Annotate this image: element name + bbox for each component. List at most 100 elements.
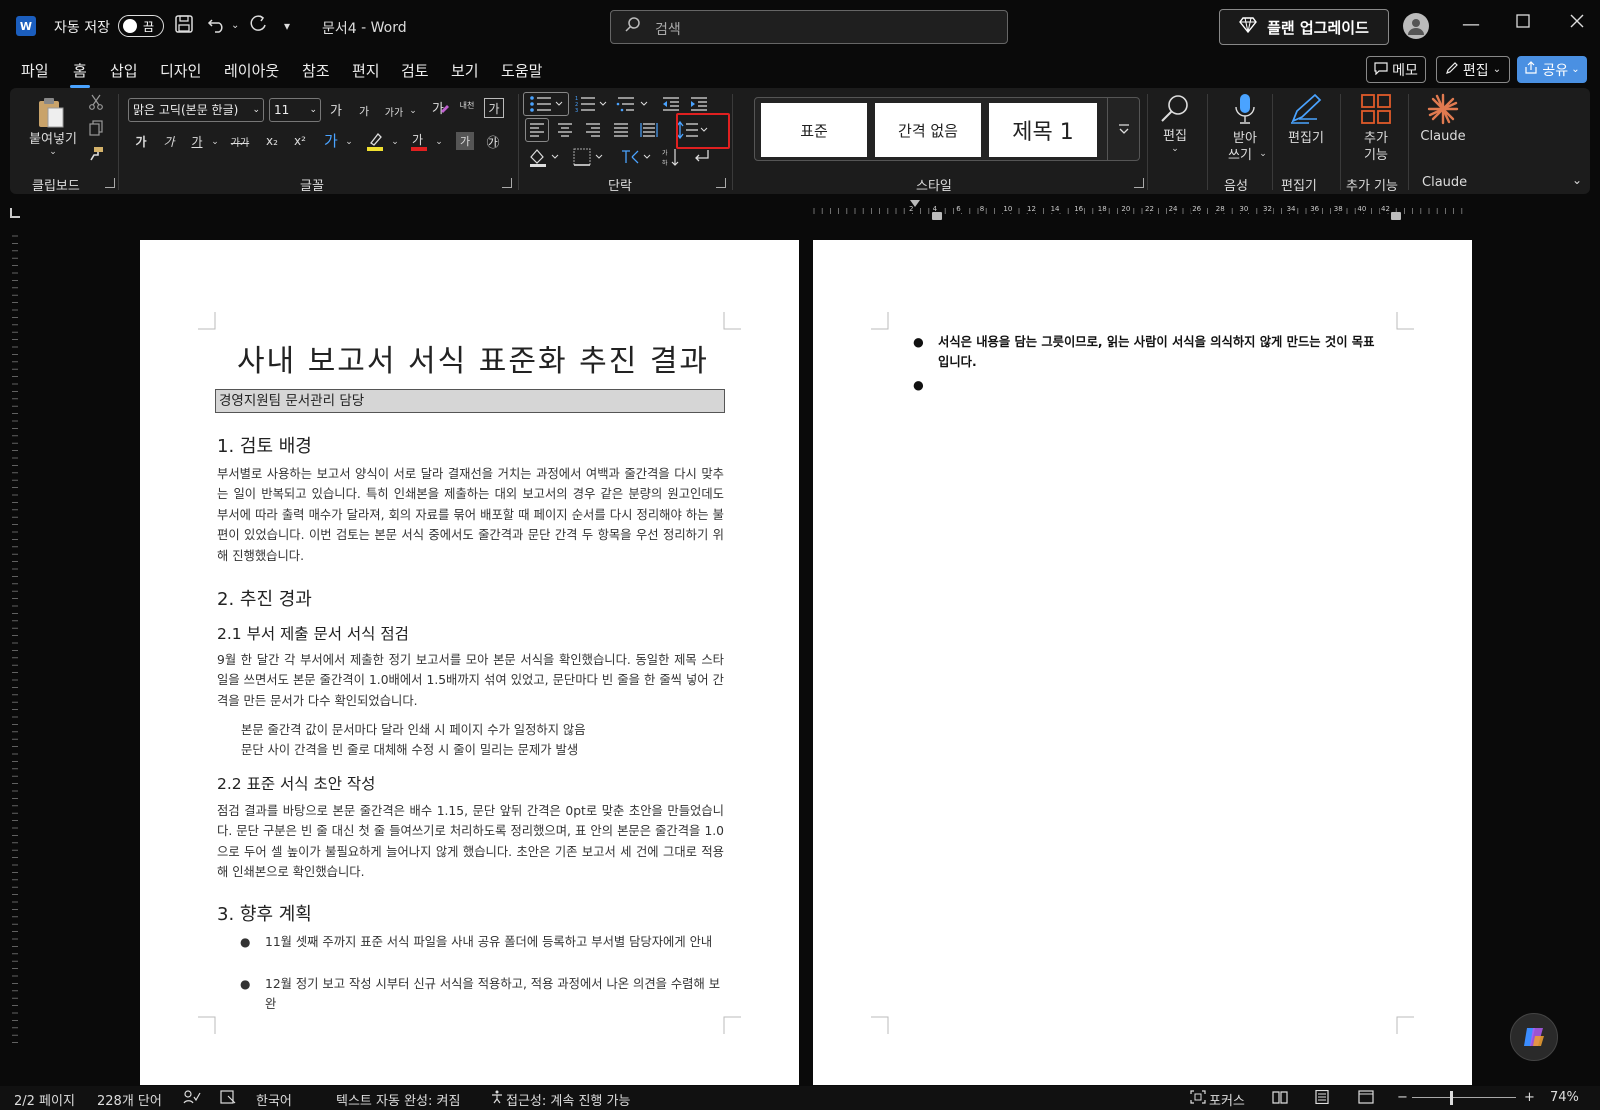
zoom-slider-track[interactable]: [1412, 1097, 1516, 1098]
styles-dialog-launcher[interactable]: [1134, 178, 1144, 188]
font-size-dropdown[interactable]: 11 ⌄: [269, 98, 321, 122]
section-1-heading[interactable]: 1. 검토 배경: [217, 432, 312, 458]
accessibility-icon[interactable]: [490, 1090, 504, 1108]
bullets-button[interactable]: [523, 92, 569, 116]
find-search-icon[interactable]: [1158, 92, 1192, 126]
zoom-in-button[interactable]: +: [1524, 1090, 1535, 1105]
macro-recording-icon[interactable]: [220, 1090, 236, 1108]
shrink-font-icon[interactable]: 가: [354, 102, 374, 120]
chevron-down-icon[interactable]: ⌄: [1258, 148, 1268, 160]
align-right-icon[interactable]: [581, 118, 605, 142]
cut-icon[interactable]: [88, 94, 104, 110]
add-ins-label-1[interactable]: 추가: [1354, 128, 1398, 146]
tab-layout[interactable]: 레이아웃: [224, 60, 279, 81]
word-count[interactable]: 228개 단어: [97, 1090, 162, 1109]
first-line-indent-marker[interactable]: [910, 200, 920, 207]
zoom-slider-thumb[interactable]: [1450, 1091, 1453, 1105]
text-effects-icon[interactable]: 가: [322, 130, 342, 152]
distributed-icon[interactable]: [637, 118, 661, 142]
undo-icon[interactable]: [207, 14, 227, 34]
highlight-color-icon[interactable]: [364, 130, 386, 152]
chevron-down-icon[interactable]: ⌄: [390, 136, 400, 148]
show-formatting-icon[interactable]: [690, 146, 712, 168]
style-no-spacing[interactable]: 간격 없음: [875, 103, 981, 157]
increase-indent-icon[interactable]: [688, 94, 710, 114]
autosave-toggle[interactable]: 끔: [118, 15, 164, 37]
language-indicator[interactable]: 한국어: [256, 1090, 292, 1109]
numbering-button[interactable]: 123: [573, 94, 609, 114]
section-1-paragraph[interactable]: 부서별로 사용하는 보고서 양식이 서로 달라 결재선을 거치는 과정에서 여백…: [217, 464, 724, 566]
align-center-icon[interactable]: [553, 118, 577, 142]
web-layout-icon[interactable]: [1358, 1090, 1374, 1108]
underline-icon[interactable]: 가: [188, 132, 206, 150]
editor-label[interactable]: 편집기: [1280, 128, 1332, 146]
tab-home[interactable]: 홈: [70, 60, 90, 88]
tab-review[interactable]: 검토: [401, 60, 429, 81]
read-mode-icon[interactable]: [1272, 1090, 1288, 1108]
enclose-characters-icon[interactable]: ㉮: [484, 132, 502, 151]
section-2-1-paragraph[interactable]: 9월 한 달간 각 부서에서 제출한 정기 보고서를 모아 본문 서식을 확인했…: [217, 650, 724, 711]
document-page-1[interactable]: 사내 보고서 서식 표준화 추진 결과 경영지원팀 문서관리 담당 1. 검토 …: [140, 240, 799, 1085]
document-heading-title[interactable]: 사내 보고서 서식 표준화 추진 결과: [224, 336, 722, 380]
section-3-heading[interactable]: 3. 향후 계획: [217, 900, 312, 926]
page-count[interactable]: 2/2 페이지: [14, 1090, 75, 1109]
tab-insert[interactable]: 삽입: [110, 60, 138, 81]
copy-icon[interactable]: [88, 120, 104, 136]
paste-dropdown-icon[interactable]: ⌄: [46, 146, 60, 158]
styles-more-icon[interactable]: [1107, 98, 1139, 160]
align-left-icon[interactable]: [525, 118, 549, 142]
tab-help[interactable]: 도움말: [501, 60, 542, 81]
focus-mode-icon[interactable]: [1190, 1090, 1206, 1108]
undo-dropdown-icon[interactable]: ⌄: [231, 20, 239, 31]
bold-icon[interactable]: 가: [132, 132, 150, 150]
focus-mode-label[interactable]: 포커스: [1209, 1090, 1245, 1109]
editing-label[interactable]: 편집: [1152, 126, 1198, 144]
share-button[interactable]: 공유 ⌄: [1517, 56, 1587, 83]
change-case-icon[interactable]: 가가: [382, 102, 406, 120]
add-ins-grid-icon[interactable]: [1360, 92, 1392, 126]
upgrade-plan-button[interactable]: 플랜 업그레이드: [1219, 9, 1389, 45]
style-heading-1[interactable]: 제목 1: [989, 103, 1097, 157]
chevron-down-icon[interactable]: ⌄: [408, 104, 418, 118]
multilevel-list-button[interactable]: [614, 94, 650, 114]
italic-icon[interactable]: 가: [160, 132, 178, 150]
left-indent-marker[interactable]: [932, 212, 942, 220]
asian-layout-button[interactable]: [618, 146, 654, 168]
document-page-2[interactable]: ● 서식은 내용을 담는 그릇이므로, 읽는 사람이 서식을 의식하지 않게 만…: [813, 240, 1472, 1085]
chevron-down-icon[interactable]: ⌄: [344, 136, 354, 148]
save-icon[interactable]: [174, 14, 194, 34]
minimize-icon[interactable]: —: [1456, 14, 1486, 35]
section-2-2-paragraph[interactable]: 점검 결과를 바탕으로 본문 줄간격은 배수 1.15, 문단 앞뒤 간격은 0…: [217, 801, 724, 883]
subscript-icon[interactable]: x₂: [262, 132, 282, 150]
grow-font-icon[interactable]: 가: [326, 100, 346, 119]
tab-view[interactable]: 보기: [451, 60, 479, 81]
paste-button-label[interactable]: 붙여넣기: [24, 129, 82, 147]
customize-qat-icon[interactable]: ▾: [284, 19, 290, 33]
horizontal-ruler[interactable]: 2 4 6 8 10 12 14 16 18 20 22 24 26 28 30 32 34 36 38 40 42: [810, 200, 1470, 220]
collapse-ribbon-icon[interactable]: ⌄: [1570, 173, 1584, 187]
tab-mailings[interactable]: 편지: [352, 60, 380, 81]
add-ins-label-2[interactable]: 기능: [1354, 145, 1398, 163]
style-normal[interactable]: 표준: [761, 103, 867, 157]
clear-formatting-icon[interactable]: 가: [430, 98, 450, 120]
tab-references[interactable]: 참조: [302, 60, 330, 81]
sort-icon[interactable]: 가하: [660, 146, 682, 168]
format-painter-icon[interactable]: [88, 146, 104, 162]
paragraph-dialog-launcher[interactable]: [716, 178, 726, 188]
paste-icon[interactable]: [36, 96, 66, 130]
claude-label[interactable]: Claude: [1416, 128, 1470, 144]
tab-file[interactable]: 파일: [21, 60, 49, 81]
character-border-icon[interactable]: 가: [484, 98, 504, 118]
memo-button[interactable]: 메모: [1366, 56, 1426, 83]
justify-icon[interactable]: [609, 118, 633, 142]
claude-starburst-icon[interactable]: [1426, 92, 1460, 126]
tab-design[interactable]: 디자인: [160, 60, 201, 81]
section-2-1-line-1[interactable]: 본문 줄간격 값이 문서마다 달라 인쇄 시 페이지 수가 일정하지 않음: [241, 720, 586, 738]
font-name-dropdown[interactable]: 맑은 고딕(본문 한글) ⌄: [128, 98, 264, 122]
search-box[interactable]: 검색: [610, 10, 1008, 44]
maximize-icon[interactable]: [1508, 14, 1538, 28]
document-author-box[interactable]: 경영지원팀 문서관리 담당: [215, 389, 725, 413]
vertical-ruler[interactable]: [9, 232, 21, 1062]
chevron-down-icon[interactable]: ⌄: [434, 136, 444, 148]
section-2-heading[interactable]: 2. 추진 경과: [217, 585, 312, 611]
